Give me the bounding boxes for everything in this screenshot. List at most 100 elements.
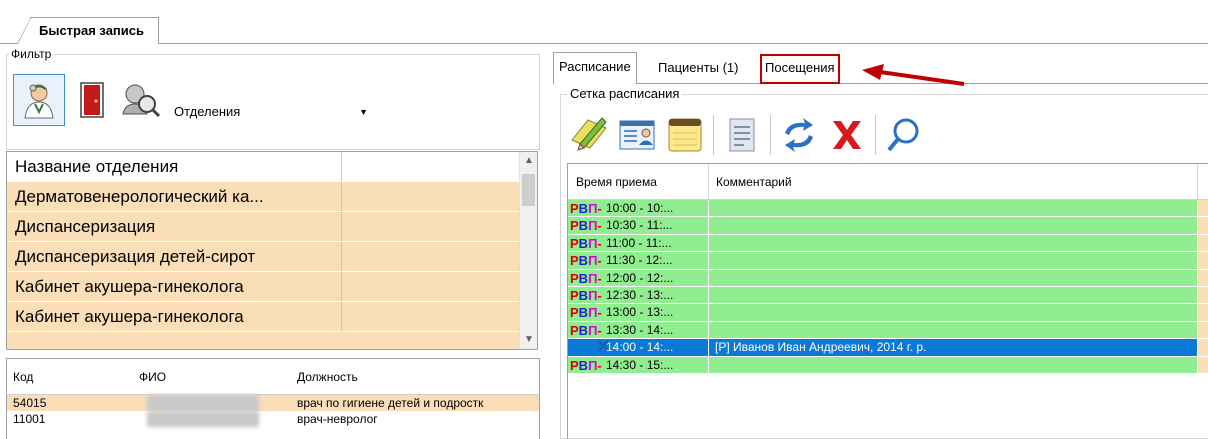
time-cell: ✕ 14:00 - 14:...	[568, 338, 708, 356]
search-button[interactable]	[882, 113, 926, 157]
table-row[interactable]: РВП- 13:30 - 14:...	[568, 321, 1208, 340]
filter-legend: Фильтр	[9, 47, 54, 61]
list-item-partial[interactable]	[7, 332, 537, 349]
comment-cell	[709, 286, 1197, 304]
table-row[interactable]: РВП- 11:00 - 11:...	[568, 234, 1208, 253]
comment-text: [Р] Иванов Иван Андреевич, 2014 г. р.	[715, 340, 927, 355]
tab-schedule[interactable]: Расписание	[553, 52, 637, 85]
extra-cell	[1198, 304, 1208, 321]
delete-button[interactable]	[825, 113, 869, 157]
time-cell: РВП- 13:00 - 13:...	[568, 304, 708, 321]
extra-cell	[1198, 339, 1208, 356]
column-header-position[interactable]: Должность	[291, 359, 539, 394]
list-item[interactable]: Диспансеризация	[7, 212, 537, 242]
department-type-select[interactable]: Отделения ▼	[166, 95, 376, 129]
list-item[interactable]: Дерматовенерологический ка...	[7, 182, 537, 212]
toolbar-separator	[713, 115, 714, 155]
table-row[interactable]: РВП- 11:30 - 12:...	[568, 252, 1208, 270]
time-cell: РВП- 11:00 - 11:...	[568, 234, 708, 252]
table-row[interactable]: РВП- 13:00 - 13:...	[568, 304, 1208, 322]
table-row[interactable]: РВП- 10:30 - 11:...	[568, 217, 1208, 235]
tab-visits[interactable]: Посещения	[760, 54, 840, 84]
list-item[interactable]: Кабинет акушера-гинеколога	[7, 302, 537, 332]
id-card-icon	[619, 120, 655, 150]
search-person-button[interactable]	[115, 74, 167, 126]
comment-cell	[709, 356, 1197, 373]
comment-cell	[709, 200, 1197, 217]
edit-button[interactable]	[567, 113, 611, 157]
list-item[interactable]: Диспансеризация детей-сирот	[7, 242, 537, 272]
time-value: 11:00 - 11:...	[606, 235, 672, 250]
dropdown-arrow-icon[interactable]: ▼	[359, 95, 368, 129]
slot-type-flag: РВП-	[570, 270, 602, 286]
scroll-thumb[interactable]	[522, 174, 535, 206]
list-item[interactable]: Кабинет акушера-гинеколога	[7, 272, 537, 302]
extra-cell	[1198, 269, 1208, 286]
extra-cell	[1198, 200, 1208, 217]
column-header-department-name: Название отделения	[15, 157, 179, 176]
refresh-button[interactable]	[777, 113, 821, 157]
time-value: 13:00 - 13:...	[606, 305, 674, 320]
table-row[interactable]: РВП- 12:00 - 12:...	[568, 269, 1208, 287]
time-cell: РВП- 10:00 - 10:...	[568, 200, 708, 217]
cell-position: врач по гигиене детей и подростк	[297, 396, 484, 410]
time-value: 11:30 - 12:...	[606, 253, 673, 268]
doctor-icon	[24, 84, 54, 119]
cell-code: 54015	[13, 396, 47, 410]
comment-cell: [Р] Иванов Иван Андреевич, 2014 г. р.	[709, 339, 1197, 356]
slot-type-flag: РВП-	[570, 287, 602, 303]
comment-cell	[709, 252, 1197, 269]
extra-cell	[1198, 356, 1208, 373]
document-icon	[729, 118, 755, 152]
time-value: 14:00 - 14:...	[606, 340, 674, 355]
door-icon	[80, 82, 104, 118]
time-cell: РВП- 14:30 - 15:...	[568, 356, 708, 373]
slot-type-flag: РВП-	[570, 253, 602, 269]
notes-button[interactable]	[663, 113, 707, 157]
scroll-down-icon[interactable]: ▼	[520, 331, 537, 349]
time-value: 10:00 - 10:...	[606, 201, 674, 215]
extra-cell	[1198, 252, 1208, 269]
time-cell: РВП- 12:30 - 13:...	[568, 286, 708, 304]
cell-code: 11001	[13, 412, 46, 426]
slot-type-flag: РВП-	[570, 201, 602, 216]
comment-cell	[709, 234, 1197, 252]
time-cell: РВП- 13:30 - 14:...	[568, 321, 708, 339]
notepad-icon	[668, 118, 702, 152]
cell-position: врач-невролог	[297, 412, 378, 426]
time-value: 14:30 - 15:...	[606, 357, 674, 372]
toolbar-separator	[875, 115, 876, 155]
table-row[interactable]: РВП- 14:30 - 15:...	[568, 356, 1208, 374]
doctor-filter-button[interactable]	[13, 74, 65, 126]
department-list: Название отделения Дерматовенерологическ…	[6, 151, 538, 350]
comment-cell	[709, 269, 1197, 286]
scroll-up-icon[interactable]: ▲	[520, 152, 537, 170]
extra-cell	[1198, 321, 1208, 339]
annotation-arrow-icon	[862, 64, 965, 86]
staff-grid: Код ФИО Должность 54015 врач по гигиене …	[6, 358, 540, 439]
refresh-icon	[785, 118, 813, 152]
slot-type-flag: РВП-	[570, 357, 602, 373]
patient-card-button[interactable]	[615, 113, 659, 157]
column-header-time[interactable]: Время приема	[576, 164, 657, 200]
tab-quick-booking[interactable]: Быстрая запись	[17, 17, 159, 44]
table-row[interactable]: ✕ 14:00 - 14:... [Р] Иванов Иван Андреевич…	[568, 338, 1208, 357]
document-button[interactable]	[720, 113, 764, 157]
department-list-header[interactable]: Название отделения	[7, 152, 537, 182]
table-row[interactable]: РВП- 10:00 - 10:...	[568, 200, 1208, 218]
table-row[interactable]: 54015 врач по гигиене детей и подростк	[7, 395, 539, 411]
department-list-scrollbar[interactable]: ▲ ▼	[519, 152, 537, 349]
department-filter-button[interactable]	[66, 74, 118, 126]
blurred-name	[147, 395, 259, 411]
tab-patients[interactable]: Пациенты (1)	[653, 54, 744, 84]
column-header-comment[interactable]: Комментарий	[716, 164, 792, 200]
slot-type-flag: РВП-	[570, 235, 602, 251]
table-row[interactable]: 11001 врач-невролог	[7, 411, 539, 427]
pencil-note-icon	[571, 117, 607, 151]
table-row[interactable]: РВП- 12:30 - 13:...	[568, 286, 1208, 305]
extra-cell	[1198, 234, 1208, 252]
column-header-fio[interactable]: ФИО	[133, 359, 283, 394]
column-header-code[interactable]: Код	[7, 359, 137, 394]
staff-grid-header: Код ФИО Должность	[7, 359, 539, 395]
select-value: Отделения	[174, 104, 241, 119]
